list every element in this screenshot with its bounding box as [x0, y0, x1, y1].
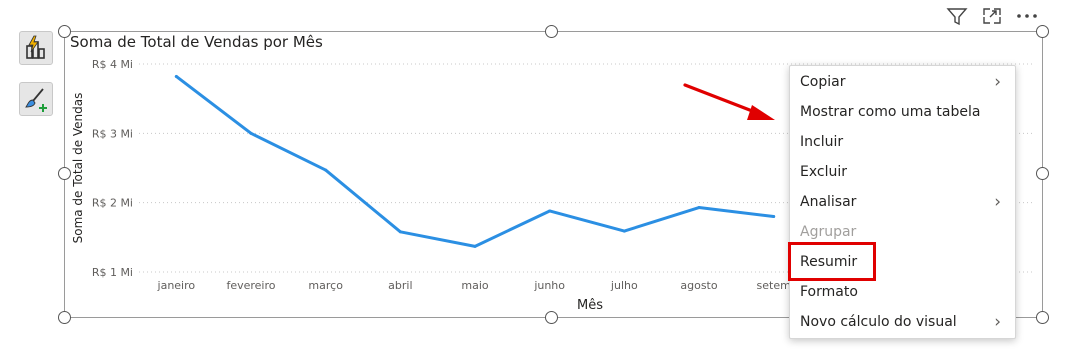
- annotation-arrow: [683, 83, 775, 120]
